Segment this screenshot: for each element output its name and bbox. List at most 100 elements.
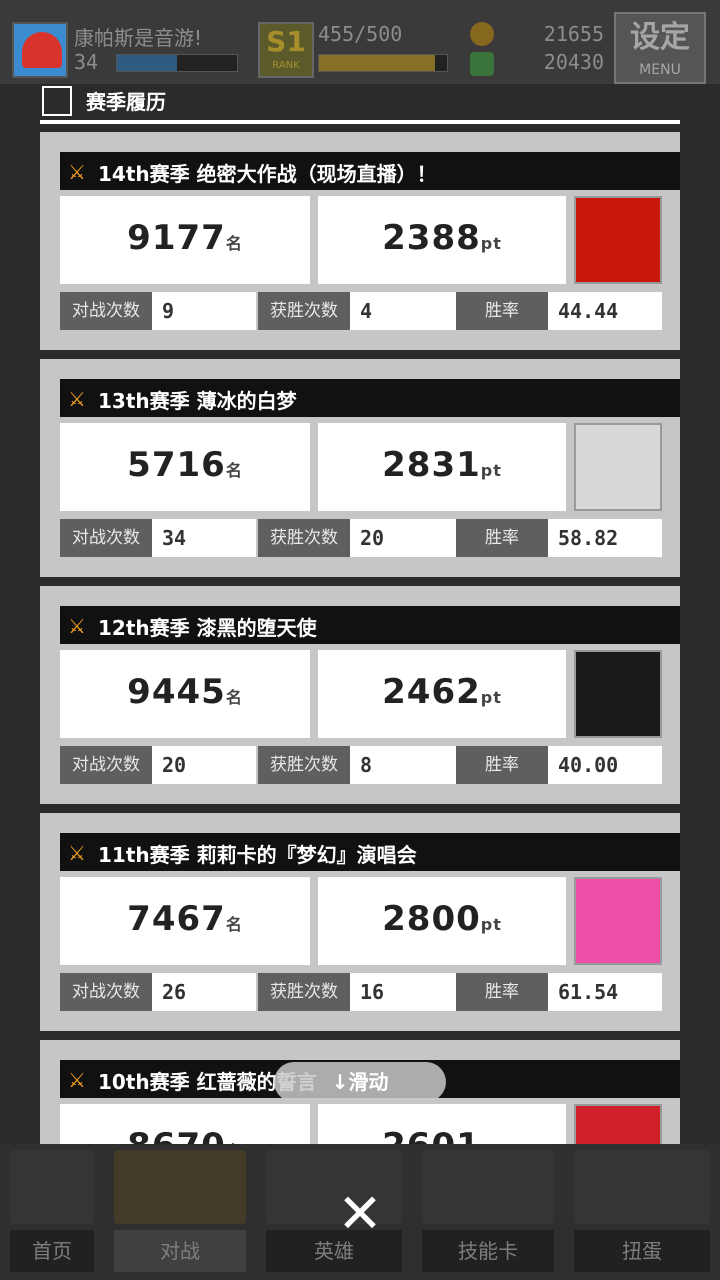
hero-portrait [574, 877, 662, 965]
scroll-hint: ↓滑动 [274, 1062, 446, 1102]
season-rank-box: 7467名 [60, 877, 310, 965]
nav-home[interactable]: 首页 [0, 1146, 104, 1276]
win-rate-label: 胜率 [456, 519, 548, 557]
season-card: ⚔ 11th赛季 莉莉卡的『梦幻』演唱会 7467名 2800pt 对战次数 2… [40, 813, 680, 1031]
win-count-label: 获胜次数 [258, 519, 350, 557]
win-count-label: 获胜次数 [258, 292, 350, 330]
season-rank-box: 9445名 [60, 650, 310, 738]
win-count-value: 16 [350, 973, 456, 1011]
rank-suffix: 名 [225, 461, 243, 480]
season-points-box: 2388pt [318, 196, 566, 284]
rank-number: 5716 [127, 445, 226, 485]
win-rate-value: 44.44 [548, 292, 662, 330]
season-rank-box: 8670名 [60, 1104, 310, 1144]
nav-home-label: 首页 [10, 1230, 94, 1272]
gamepad-icon [114, 1150, 246, 1224]
hero-portrait [574, 196, 662, 284]
season-card: ⚔ 14th赛季 绝密大作战（现场直播）！ 9177名 2388pt 对战次数 … [40, 132, 680, 350]
crossed-swords-icon [42, 86, 72, 116]
menu-title: 设定 [630, 20, 690, 55]
season-history-list[interactable]: ⚔ 14th赛季 绝密大作战（现场直播）！ 9177名 2388pt 对战次数 … [40, 132, 680, 1144]
points-number: 2462 [382, 672, 481, 712]
season-title-bar: ⚔ 14th赛季 绝密大作战（现场直播）！ [60, 152, 680, 190]
coin-icon [470, 22, 494, 46]
points-suffix: pt [480, 461, 502, 480]
rank-number: S1 [266, 25, 306, 58]
season-points-value: 2831pt [318, 445, 566, 485]
rank-progress-fill [319, 55, 436, 71]
rank-suffix: 名 [225, 915, 243, 934]
battle-count-value: 26 [152, 973, 256, 1011]
points-number: 2800 [382, 899, 481, 939]
rank-number: 8670 [127, 1126, 226, 1144]
level-progress-bar [116, 54, 238, 72]
nav-gacha[interactable]: 扭蛋 [564, 1146, 720, 1276]
level-progress-fill [117, 55, 177, 71]
hero-portrait [574, 423, 662, 511]
hero-portrait [574, 650, 662, 738]
rank-number: 7467 [127, 899, 226, 939]
season-title-bar: ⚔ 12th赛季 漆黑的堕天使 [60, 606, 680, 644]
gacha-icon [574, 1150, 710, 1224]
hero-portrait [574, 1104, 662, 1144]
season-name: 14th赛季 绝密大作战（现场直播）！ [98, 162, 437, 186]
win-count-value: 4 [350, 292, 456, 330]
points-number: 2831 [382, 445, 481, 485]
season-rank-value: 8670名 [60, 1126, 310, 1144]
season-rank-value: 7467名 [60, 899, 310, 939]
points-suffix: pt [480, 688, 502, 707]
battle-count-value: 9 [152, 292, 256, 330]
season-points-value: 2601pt [318, 1126, 566, 1144]
close-icon[interactable]: ✕ [330, 1184, 390, 1244]
season-points-box: 2800pt [318, 877, 566, 965]
panel-header: 赛季履历 [40, 84, 680, 124]
season-rank-box: 5716名 [60, 423, 310, 511]
win-rate-value: 40.00 [548, 746, 662, 784]
nav-battle-label: 对战 [114, 1230, 246, 1272]
season-rank-value: 9177名 [60, 218, 310, 258]
win-count-label: 获胜次数 [258, 973, 350, 1011]
battle-count-value: 20 [152, 746, 256, 784]
points-number: 2601 [382, 1126, 481, 1144]
gem-count: 20430 [543, 50, 604, 74]
battle-count-label: 对战次数 [60, 746, 152, 784]
rank-label: RANK [272, 60, 300, 71]
battle-count-label: 对战次数 [60, 292, 152, 330]
player-name: 康帕斯是音游! [74, 26, 203, 50]
points-number: 2388 [382, 218, 481, 258]
nav-skill-label: 技能卡 [422, 1230, 554, 1272]
season-rank-value: 5716名 [60, 445, 310, 485]
season-title-bar: ⚔ 11th赛季 莉莉卡的『梦幻』演唱会 [60, 833, 680, 871]
season-card: ⚔ 12th赛季 漆黑的堕天使 9445名 2462pt 对战次数 20 获胜次… [40, 586, 680, 804]
top-status-bar: 康帕斯是音游! 34 S1 RANK 455/500 21655 20430 设… [0, 0, 720, 84]
nav-skill-card[interactable]: 技能卡 [412, 1146, 564, 1276]
rank-number: 9177 [127, 218, 226, 258]
season-points-value: 2388pt [318, 218, 566, 258]
win-count-label: 获胜次数 [258, 746, 350, 784]
win-rate-value: 61.54 [548, 973, 662, 1011]
watermelon-icon [22, 32, 62, 68]
win-count-value: 8 [350, 746, 456, 784]
crossed-swords-icon: ⚔ [68, 1068, 86, 1092]
season-name: 11th赛季 莉莉卡的『梦幻』演唱会 [98, 843, 417, 867]
season-rank-value: 9445名 [60, 672, 310, 712]
win-rate-value: 58.82 [548, 519, 662, 557]
win-rate-label: 胜率 [456, 746, 548, 784]
win-rate-label: 胜率 [456, 292, 548, 330]
player-avatar[interactable] [12, 22, 68, 78]
season-name: 13th赛季 薄冰的白梦 [98, 389, 297, 413]
season-name: 12th赛季 漆黑的堕天使 [98, 616, 317, 640]
rank-points: 455/500 [318, 22, 403, 46]
gem-icon [470, 52, 494, 76]
card-icon [422, 1150, 554, 1224]
battle-count-label: 对战次数 [60, 519, 152, 557]
settings-menu-button[interactable]: 设定 MENU [614, 12, 706, 84]
home-icon [10, 1150, 94, 1224]
season-rank-box: 9177名 [60, 196, 310, 284]
season-card: ⚔ 13th赛季 薄冰的白梦 5716名 2831pt 对战次数 34 获胜次数… [40, 359, 680, 577]
crossed-swords-icon: ⚔ [68, 841, 86, 865]
season-title-bar: ⚔ 13th赛季 薄冰的白梦 [60, 379, 680, 417]
nav-battle[interactable]: 对战 [104, 1146, 256, 1276]
nav-gacha-label: 扭蛋 [574, 1230, 710, 1272]
rank-number: 9445 [127, 672, 226, 712]
